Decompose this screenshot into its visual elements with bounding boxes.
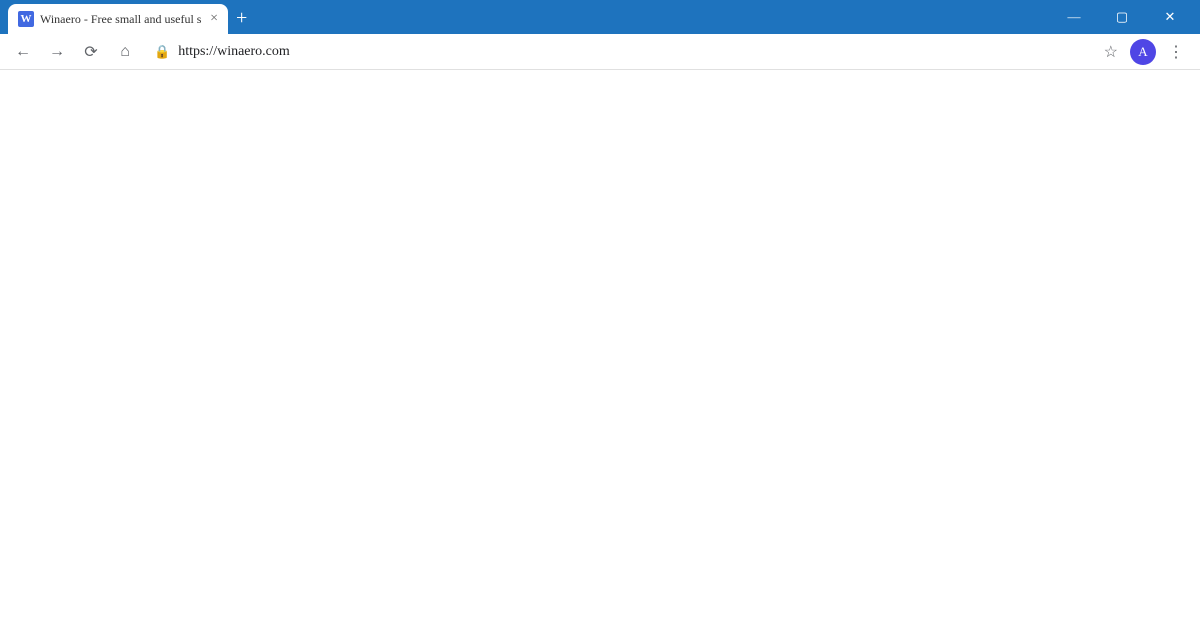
back-button[interactable]: ← [8, 37, 38, 67]
close-tab-icon[interactable]: × [210, 11, 218, 27]
browser-toolbar: ← → ⟳ ⌂ 🔒 https://winaero.com ☆ A ⋮ [0, 34, 1200, 70]
new-tab-button[interactable]: + [228, 7, 255, 34]
minimize-icon[interactable]: — [1052, 2, 1096, 32]
favicon-icon: W [18, 11, 34, 27]
browser-tab[interactable]: W Winaero - Free small and useful s × [8, 4, 228, 34]
forward-button[interactable]: → [42, 37, 72, 67]
tab-title: Winaero - Free small and useful s [40, 12, 201, 27]
url-text: https://winaero.com [178, 44, 290, 60]
profile-avatar[interactable]: A [1130, 39, 1156, 65]
browser-titlebar: W Winaero - Free small and useful s × + … [0, 0, 1200, 34]
browser-menu-icon[interactable]: ⋮ [1160, 42, 1192, 62]
bookmark-star-icon[interactable]: ☆ [1096, 42, 1126, 62]
home-button[interactable]: ⌂ [110, 37, 140, 67]
address-bar[interactable]: 🔒 https://winaero.com [144, 44, 1092, 60]
reload-button[interactable]: ⟳ [76, 37, 106, 67]
close-window-icon[interactable]: ✕ [1148, 2, 1192, 32]
lock-icon: 🔒 [154, 44, 170, 60]
maximize-icon[interactable]: ▢ [1100, 2, 1144, 32]
